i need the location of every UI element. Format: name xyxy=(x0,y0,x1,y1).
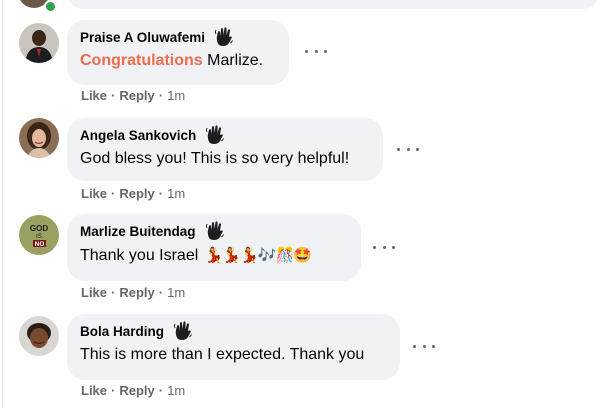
comment-text: Thank you Israel 💃💃💃🎶🎊🤩 xyxy=(80,247,312,264)
comment-author[interactable]: Angela Sankovich xyxy=(80,128,196,143)
timestamp[interactable]: 1m xyxy=(167,88,185,103)
comment-text: God bless you! This is so very helpful! xyxy=(80,150,350,167)
more-options-icon[interactable] xyxy=(373,242,395,252)
svg-text:GOD: GOD xyxy=(30,224,48,233)
reply-button[interactable]: Reply xyxy=(119,285,154,300)
waving-hand-badge-icon xyxy=(172,320,194,342)
timestamp[interactable]: 1m xyxy=(167,285,185,300)
more-options-icon[interactable] xyxy=(397,144,419,154)
avatar-marlize[interactable]: GOD IS NO xyxy=(19,215,59,255)
comment-bubble: Marlize Buitendag Thank you Israel 💃💃💃🎶🎊… xyxy=(67,214,361,281)
comment-author[interactable]: Bola Harding xyxy=(80,324,164,339)
emoji-sequence: 💃💃💃🎶🎊🤩 xyxy=(204,247,312,264)
avatar-praise[interactable] xyxy=(19,23,59,63)
waving-hand-badge-icon xyxy=(204,220,226,242)
avatar-bola[interactable] xyxy=(19,316,59,356)
comment-author[interactable]: Praise A Oluwafemi xyxy=(80,30,205,45)
like-button[interactable]: Like xyxy=(81,383,107,398)
reply-button[interactable]: Reply xyxy=(119,88,154,103)
reply-button[interactable]: Reply xyxy=(119,186,154,201)
comment-text: Congratulations Marlize. xyxy=(80,52,264,69)
svg-text:NO: NO xyxy=(35,241,45,248)
comment-bubble: Bola Harding This is more than I expecte… xyxy=(67,314,400,380)
avatar-angela[interactable] xyxy=(19,118,59,158)
comment-bubble: Angela Sankovich God bless you! This is … xyxy=(67,118,383,181)
svg-text:IS: IS xyxy=(36,234,42,240)
like-button[interactable]: Like xyxy=(81,186,107,201)
like-button[interactable]: Like xyxy=(81,88,107,103)
waving-hand-badge-icon xyxy=(213,26,235,48)
more-options-icon[interactable] xyxy=(305,46,327,56)
waving-hand-badge-icon xyxy=(204,124,226,146)
comment-actions: Like · Reply · 1m xyxy=(81,285,186,300)
timestamp[interactable]: 1m xyxy=(167,186,185,201)
comment-text: This is more than I expected. Thank you xyxy=(80,346,365,363)
like-button[interactable]: Like xyxy=(81,285,107,300)
comment-actions: Like · Reply · 1m xyxy=(81,186,186,201)
timestamp[interactable]: 1m xyxy=(167,383,185,398)
comment-author[interactable]: Marlize Buitendag xyxy=(80,224,196,239)
online-status-dot xyxy=(44,0,57,13)
comment-actions: Like · Reply · 1m xyxy=(81,88,186,103)
highlighted-word[interactable]: Congratulations xyxy=(80,52,203,69)
left-border xyxy=(2,0,3,408)
comment-actions: Like · Reply · 1m xyxy=(81,383,186,398)
previous-comment-bubble xyxy=(66,0,600,9)
reply-button[interactable]: Reply xyxy=(119,383,154,398)
comment-bubble: Praise A Oluwafemi Congratulations Marli… xyxy=(67,20,289,85)
more-options-icon[interactable] xyxy=(413,341,435,351)
